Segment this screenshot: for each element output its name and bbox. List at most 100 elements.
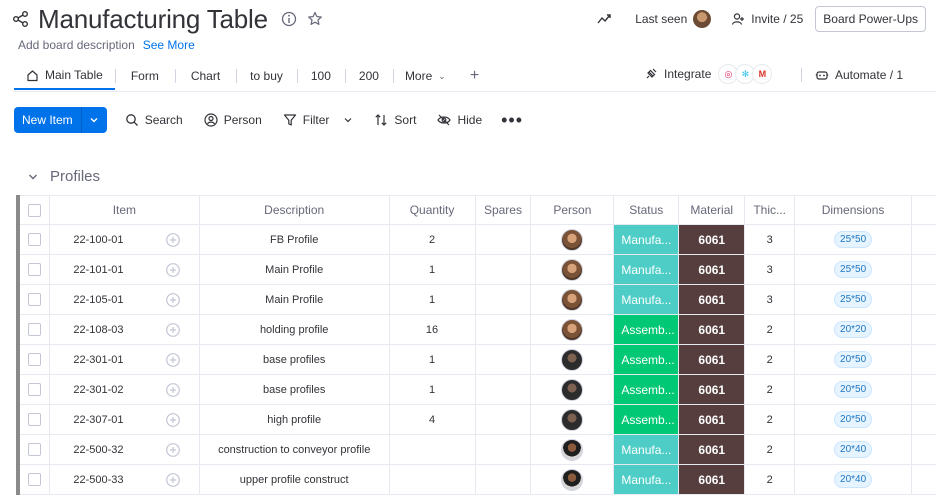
add-view-button[interactable]: + (458, 67, 491, 85)
quantity-cell[interactable]: 1 (390, 375, 476, 404)
person-cell[interactable] (531, 225, 615, 254)
person-cell[interactable] (531, 465, 615, 494)
dimensions-cell[interactable]: 20*50 (795, 375, 913, 404)
last-seen-button[interactable]: Last seen (635, 10, 712, 28)
spares-cell[interactable] (476, 435, 532, 464)
thickness-cell[interactable]: 3 (745, 285, 796, 314)
item-name-cell[interactable]: 22-301-01 (50, 345, 147, 374)
table-row[interactable]: 22-101-01 Main Profile 1 Manufa... 6061 3 25*5… (20, 255, 936, 285)
add-update-icon[interactable] (165, 322, 181, 338)
info-icon[interactable] (280, 10, 298, 28)
item-name-cell[interactable]: 22-500-32 (50, 435, 147, 464)
quantity-cell[interactable]: 4 (390, 405, 476, 434)
person-cell[interactable] (531, 405, 615, 434)
person-cell[interactable] (531, 285, 615, 314)
dimensions-cell[interactable]: 20*40 (795, 465, 913, 494)
table-row[interactable]: 22-500-33 upper profile construct Manufa..… (20, 465, 936, 495)
dimensions-cell[interactable]: 20*50 (795, 345, 913, 374)
column-header-thickness[interactable]: Thic... (745, 196, 796, 224)
add-update-icon[interactable] (165, 382, 181, 398)
chevron-down-icon[interactable] (343, 115, 353, 125)
star-icon[interactable] (306, 10, 324, 28)
add-update-icon[interactable] (165, 232, 181, 248)
person-filter-button[interactable]: Person (204, 113, 262, 127)
spares-cell[interactable] (476, 345, 532, 374)
select-all-checkbox[interactable] (27, 203, 41, 217)
add-update-cell[interactable] (147, 225, 200, 254)
row-checkbox[interactable] (27, 413, 41, 426)
row-checkbox[interactable] (27, 323, 41, 336)
description-cell[interactable]: construction to conveyor profile (200, 435, 390, 464)
share-nodes-icon[interactable] (12, 10, 30, 28)
new-item-button[interactable]: New Item (14, 106, 107, 133)
add-update-icon[interactable] (165, 412, 181, 428)
add-update-cell[interactable] (147, 435, 200, 464)
add-update-icon[interactable] (165, 352, 181, 368)
activity-icon[interactable] (595, 10, 613, 28)
add-update-cell[interactable] (147, 465, 200, 494)
status-cell[interactable]: Manufa... (614, 255, 680, 284)
row-checkbox[interactable] (27, 263, 41, 276)
material-cell[interactable]: 6061 (679, 435, 746, 464)
hide-button[interactable]: Hide (437, 113, 482, 127)
quantity-cell[interactable] (390, 465, 476, 494)
person-cell[interactable] (531, 375, 615, 404)
row-checkbox[interactable] (27, 233, 41, 246)
add-update-icon[interactable] (165, 472, 181, 488)
add-update-icon[interactable] (165, 262, 181, 278)
thickness-cell[interactable]: 2 (745, 345, 796, 374)
see-more-link[interactable]: See More (143, 38, 195, 52)
spares-cell[interactable] (476, 465, 532, 494)
add-update-cell[interactable] (147, 285, 200, 314)
quantity-cell[interactable]: 1 (390, 255, 476, 284)
item-name-cell[interactable]: 22-500-33 (50, 465, 147, 494)
table-row[interactable]: 22-301-02 base profiles 1 Assemb... 6061 2 20*… (20, 375, 936, 405)
quantity-cell[interactable]: 1 (390, 345, 476, 374)
material-cell[interactable]: 6061 (679, 465, 746, 494)
status-cell[interactable]: Manufa... (614, 435, 680, 464)
item-name-cell[interactable]: 22-307-01 (50, 405, 147, 434)
row-checkbox[interactable] (27, 443, 41, 456)
quantity-cell[interactable]: 16 (390, 315, 476, 344)
material-cell[interactable]: 6061 (679, 345, 746, 374)
tab-200[interactable]: 200 (344, 62, 393, 90)
automate-button[interactable]: Automate / 1 (800, 64, 903, 86)
board-description[interactable]: Add board description (18, 38, 135, 52)
tab-main-table[interactable]: Main Table (14, 62, 115, 90)
item-name-cell[interactable]: 22-101-01 (50, 255, 147, 284)
material-cell[interactable]: 6061 (679, 375, 746, 404)
description-cell[interactable]: upper profile construct (200, 465, 390, 494)
column-header-person[interactable]: Person (531, 196, 615, 224)
new-item-dropdown[interactable] (80, 106, 107, 133)
add-update-icon[interactable] (165, 292, 181, 308)
material-cell[interactable]: 6061 (679, 225, 746, 254)
sort-button[interactable]: Sort (374, 113, 416, 127)
thickness-cell[interactable]: 3 (745, 225, 796, 254)
status-cell[interactable]: Assemb... (614, 405, 680, 434)
chevron-down-icon[interactable] (28, 172, 38, 182)
board-title[interactable]: Manufacturing Table (38, 4, 268, 35)
person-cell[interactable] (531, 345, 615, 374)
add-update-cell[interactable] (147, 255, 200, 284)
status-cell[interactable]: Manufa... (614, 285, 680, 314)
add-update-icon[interactable] (165, 442, 181, 458)
description-cell[interactable]: high profile (200, 405, 390, 434)
table-row[interactable]: 22-500-32 construction to conveyor profil… (20, 435, 936, 465)
filter-button[interactable]: Filter (283, 113, 354, 127)
table-row[interactable]: 22-108-03 holding profile 16 Assemb... 6061 2… (20, 315, 936, 345)
thickness-cell[interactable]: 3 (745, 255, 796, 284)
tab-100[interactable]: 100 (296, 62, 345, 90)
quantity-cell[interactable]: 1 (390, 285, 476, 314)
description-cell[interactable]: base profiles (200, 375, 390, 404)
search-button[interactable]: Search (125, 113, 183, 127)
spares-cell[interactable] (476, 315, 532, 344)
spares-cell[interactable] (476, 375, 532, 404)
new-item-label[interactable]: New Item (14, 107, 81, 133)
row-checkbox[interactable] (27, 353, 41, 366)
status-cell[interactable]: Manufa... (614, 465, 680, 494)
column-header-material[interactable]: Material (679, 196, 746, 224)
column-header-add[interactable] (912, 196, 936, 224)
status-cell[interactable]: Assemb... (614, 375, 680, 404)
column-header-status[interactable]: Status (614, 196, 680, 224)
material-cell[interactable]: 6061 (679, 315, 746, 344)
